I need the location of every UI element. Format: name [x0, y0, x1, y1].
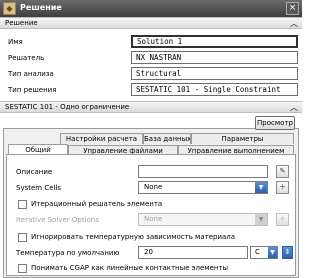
cgap-label: Понимать CGAP как линейные контактные эл…: [31, 264, 229, 272]
solution-section-header[interactable]: Решение ︿: [0, 17, 302, 29]
default-temp-input[interactable]: 20: [138, 246, 248, 259]
spinner-icon[interactable]: ⇕: [282, 246, 293, 259]
solution-section-title: Решение: [5, 19, 38, 27]
iterative-options-select: None ▼: [138, 213, 268, 226]
iterative-options-label: Iterative Solver Options: [16, 216, 99, 224]
window-title: Решение: [20, 3, 62, 12]
temp-unit-select[interactable]: C ▼: [250, 246, 278, 259]
description-label: Описание: [16, 168, 53, 176]
solution-type-field: SESTATIC 101 - Single Constraint: [131, 83, 298, 96]
name-label: Имя: [8, 38, 23, 46]
description-input[interactable]: [138, 165, 268, 178]
add-icon: ＋: [276, 213, 289, 226]
close-button[interactable]: ×: [286, 2, 299, 15]
system-cells-value: None: [144, 183, 163, 191]
default-temp-label: Температура по умолчанию: [16, 249, 120, 257]
tab-database[interactable]: База данных: [143, 133, 191, 144]
iterative-options-value: None: [144, 215, 163, 223]
iterative-solver-checkbox[interactable]: [18, 200, 27, 209]
solver-field: NX NASTRAN: [131, 51, 298, 64]
system-cells-label: System Cells: [16, 184, 62, 192]
analysis-type-label: Тип анализа: [8, 70, 54, 78]
name-field[interactable]: Solution 1: [131, 35, 298, 48]
add-icon[interactable]: ＋: [276, 181, 289, 194]
solver-label: Решатель: [8, 54, 45, 62]
chevron-down-icon[interactable]: ▼: [255, 182, 267, 193]
temp-unit-value: C: [255, 248, 260, 256]
analysis-type-field: Structural: [131, 67, 298, 80]
tab-parameters[interactable]: Параметры: [191, 133, 294, 144]
default-temp-value: 20: [144, 248, 153, 256]
iterative-solver-label: Итерационный решатель элемента: [31, 200, 163, 208]
constraint-section-header[interactable]: SESTATIC 101 - Одно ограничение ︿: [0, 101, 302, 113]
chevron-up-icon[interactable]: ︿: [290, 18, 298, 29]
system-cells-select[interactable]: None ▼: [138, 181, 268, 194]
chevron-down-icon: ▼: [255, 214, 267, 225]
window-titlebar: ◆ Решение ×: [0, 0, 302, 17]
app-icon: ◆: [3, 2, 16, 15]
ignore-temp-label: Игнорировать температурную зависимость м…: [31, 233, 236, 241]
edit-icon[interactable]: ✎: [276, 165, 289, 178]
browse-button[interactable]: Просмотр: [255, 116, 295, 130]
constraint-section-title: SESTATIC 101 - Одно ограничение: [5, 103, 130, 111]
ignore-temp-checkbox[interactable]: [18, 233, 27, 242]
chevron-down-icon[interactable]: ▼: [268, 247, 277, 258]
chevron-up-icon[interactable]: ︿: [290, 102, 298, 113]
solution-type-label: Тип решения: [8, 86, 57, 94]
tab-analysis-settings[interactable]: Настройки расчета: [60, 133, 143, 144]
cgap-checkbox[interactable]: [18, 264, 27, 273]
